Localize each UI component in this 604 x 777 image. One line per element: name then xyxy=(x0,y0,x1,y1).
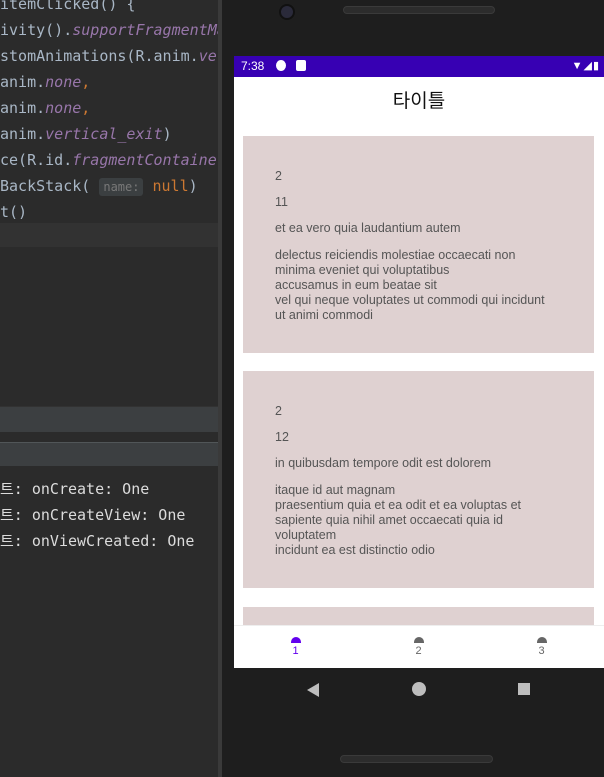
code-token: BackStack( xyxy=(0,177,100,195)
code-line: itemClicked() { xyxy=(0,0,135,17)
current-line-highlight xyxy=(0,223,218,247)
code-line: anim.vertical_exit) xyxy=(0,121,172,147)
code-token: , xyxy=(81,73,91,91)
bottom-nav-item-3[interactable]: 3 xyxy=(480,626,603,668)
logcat-filter-bar[interactable] xyxy=(0,442,218,466)
bottom-nav-label: 2 xyxy=(415,645,422,657)
post-id: 11 xyxy=(275,195,288,209)
code-token: ce(R.id. xyxy=(0,151,73,169)
back-icon[interactable] xyxy=(307,683,319,697)
code-token: , xyxy=(81,99,91,117)
post-body: itaque id aut magnam praesentium quia et… xyxy=(275,483,521,557)
post-id: 12 xyxy=(275,430,289,444)
camera-icon xyxy=(279,4,295,20)
code-token: anim. xyxy=(0,99,46,117)
log-line: 트: onViewCreated: One xyxy=(0,532,195,550)
code-token: none xyxy=(45,73,82,91)
recent-apps-icon[interactable] xyxy=(518,683,530,695)
speaker-grille xyxy=(340,755,493,763)
page-title: 타이틀 xyxy=(234,77,604,125)
system-navigation-bar xyxy=(234,668,604,712)
code-token: none xyxy=(45,99,82,117)
bottom-nav-item-1[interactable]: 1 xyxy=(234,626,357,668)
post-card[interactable]: 2 11 et ea vero quia laudantium autem de… xyxy=(243,136,594,353)
status-time: 7:38 xyxy=(241,59,265,73)
code-token: fragmentContainer xyxy=(72,151,218,169)
sd-card-icon xyxy=(296,60,306,71)
code-token: ) xyxy=(188,177,198,195)
home-icon xyxy=(413,637,424,643)
code-line: anim.none, xyxy=(0,69,90,95)
code-token: vertical_exit xyxy=(45,125,163,143)
code-line: stomAnimations(R.anim.ver xyxy=(0,43,218,69)
log-line: 트: onCreate: One xyxy=(0,480,150,498)
code-token: anim. xyxy=(0,125,46,143)
run-panel-toolbar[interactable] xyxy=(0,406,218,432)
code-token: ) xyxy=(162,125,172,143)
signal-battery-icons: ▼◢▮ xyxy=(571,60,600,72)
post-card[interactable] xyxy=(243,607,594,625)
code-line: BackStack( name: null) xyxy=(0,173,198,199)
bottom-navigation: 1 2 3 xyxy=(234,625,604,668)
post-list[interactable]: 2 11 et ea vero quia laudantium autem de… xyxy=(234,125,604,625)
ide-editor: itemClicked() { ivity().supportFragmentMa… xyxy=(0,0,218,777)
bottom-nav-label: 3 xyxy=(538,645,545,657)
home-icon xyxy=(290,637,301,643)
code-line: t() xyxy=(0,199,27,225)
log-line: 트: onCreateView: One xyxy=(0,506,186,524)
code-line: ce(R.id.fragmentContainer xyxy=(0,147,218,173)
status-bar: 7:38 ▼◢▮ xyxy=(234,56,604,77)
post-title: in quibusdam tempore odit est dolorem xyxy=(275,456,492,470)
post-card[interactable]: 2 12 in quibusdam tempore odit est dolor… xyxy=(243,371,594,588)
bottom-nav-label: 1 xyxy=(292,645,299,657)
screen-root: itemClicked() { ivity().supportFragmentMa… xyxy=(0,0,604,777)
code-line: anim.none, xyxy=(0,95,90,121)
post-body: delectus reiciendis molestiae occaecati … xyxy=(275,248,545,322)
bottom-nav-item-2[interactable]: 2 xyxy=(357,626,480,668)
parameter-hint: name: xyxy=(99,178,144,196)
code-token: stomAnimations(R.anim. xyxy=(0,47,199,65)
code-token: null xyxy=(152,177,189,195)
code-line: ivity().supportFragmentMa xyxy=(0,17,218,43)
device-screen: 7:38 ▼◢▮ 타이틀 2 11 et ea vero quia laudan… xyxy=(234,56,604,668)
code-token: ivity(). xyxy=(0,21,73,39)
post-user-id: 2 xyxy=(275,169,282,183)
code-token: anim. xyxy=(0,73,46,91)
code-token: supportFragmentMa xyxy=(72,21,218,39)
post-user-id: 2 xyxy=(275,404,282,418)
code-token: itemClicked() { xyxy=(0,0,136,13)
post-title: et ea vero quia laudantium autem xyxy=(275,221,461,235)
speaker-grille xyxy=(343,6,495,14)
code-token: t() xyxy=(0,203,28,221)
home-circle-icon[interactable] xyxy=(412,682,426,696)
notification-icon xyxy=(276,60,286,71)
home-icon xyxy=(536,637,547,643)
code-token: ver xyxy=(198,47,218,65)
